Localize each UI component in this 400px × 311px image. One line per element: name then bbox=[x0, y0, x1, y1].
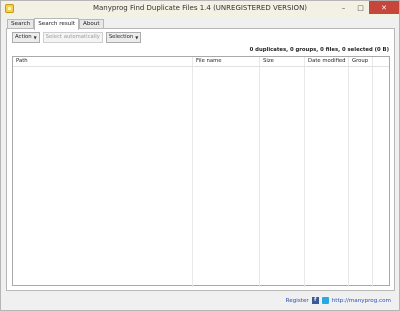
twitter-icon[interactable] bbox=[321, 297, 329, 304]
chevron-down-icon: ▼ bbox=[135, 35, 139, 40]
action-button[interactable]: Action ▼ bbox=[12, 32, 40, 43]
action-button-label: Action bbox=[15, 34, 32, 40]
close-button[interactable]: ✕ bbox=[369, 1, 399, 14]
select-automatically-button[interactable]: Select automatically bbox=[42, 32, 103, 43]
window-controls: – □ ✕ bbox=[335, 1, 399, 15]
column-size[interactable]: Size bbox=[260, 57, 305, 287]
column-path[interactable]: Path bbox=[13, 57, 193, 287]
search-result-panel: Action ▼ Select automatically Selection … bbox=[6, 28, 395, 291]
maximize-button[interactable]: □ bbox=[352, 1, 369, 14]
results-table[interactable]: Path File name Size Date modified Group bbox=[12, 56, 390, 287]
chevron-down-icon: ▼ bbox=[33, 35, 37, 40]
result-toolbar: Action ▼ Select automatically Selection … bbox=[12, 32, 142, 43]
table-header-row bbox=[13, 57, 389, 67]
column-group[interactable]: Group bbox=[349, 57, 373, 287]
column-spacer bbox=[373, 57, 389, 287]
minimize-button[interactable]: – bbox=[335, 1, 352, 14]
select-automatically-label: Select automatically bbox=[45, 34, 100, 40]
title-bar: Manyprog Find Duplicate Files 1.4 (UNREG… bbox=[1, 1, 399, 17]
facebook-icon[interactable]: f bbox=[311, 297, 319, 304]
column-date-modified[interactable]: Date modified bbox=[305, 57, 349, 287]
website-link[interactable]: http://manyprog.com bbox=[332, 298, 391, 304]
result-summary: 0 duplicates, 0 groups, 0 files, 0 selec… bbox=[249, 47, 389, 53]
tab-search-result[interactable]: Search result bbox=[34, 18, 80, 30]
selection-button-label: Selection bbox=[108, 34, 134, 40]
register-link[interactable]: Register bbox=[286, 298, 309, 304]
selection-button[interactable]: Selection ▼ bbox=[105, 32, 142, 43]
column-file-name[interactable]: File name bbox=[193, 57, 260, 287]
app-window: Manyprog Find Duplicate Files 1.4 (UNREG… bbox=[0, 0, 400, 311]
footer-links: Register f http://manyprog.com bbox=[286, 296, 391, 305]
